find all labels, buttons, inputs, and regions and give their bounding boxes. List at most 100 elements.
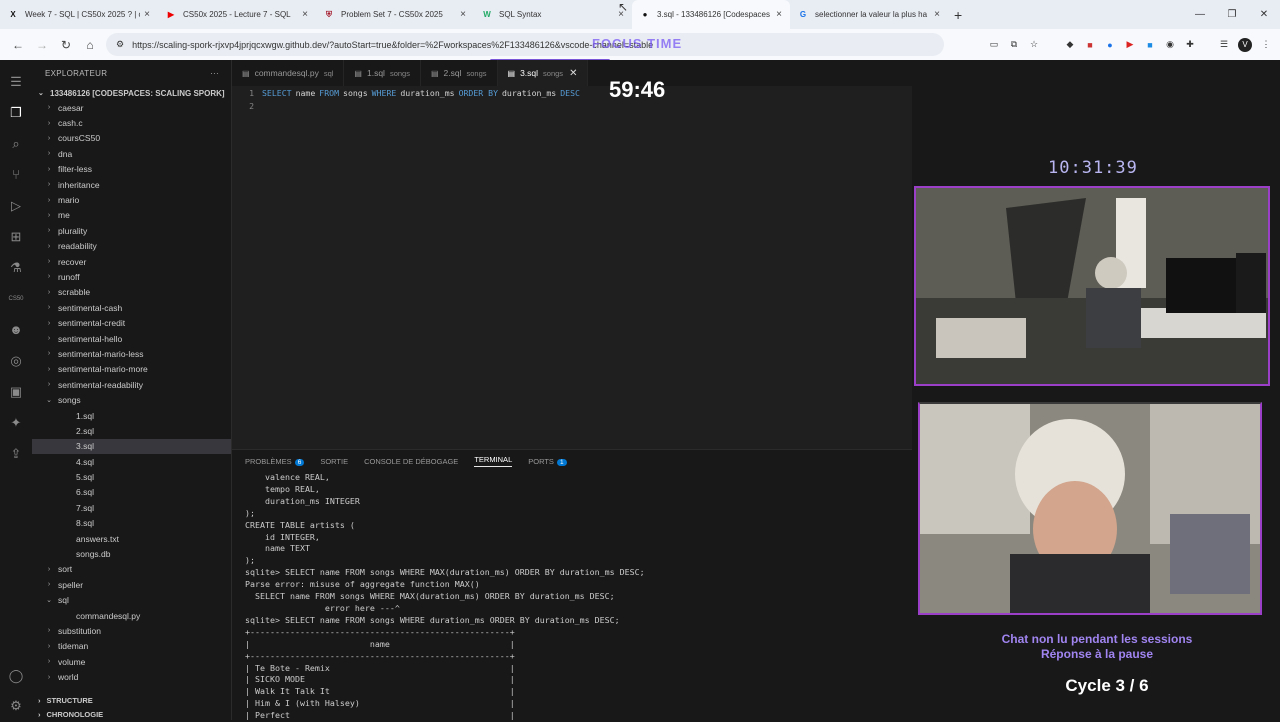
- tree-file[interactable]: 3.sql: [32, 438, 231, 454]
- explorer-icon[interactable]: ❐: [10, 97, 22, 128]
- tree-folder[interactable]: › sentimental-hello: [32, 331, 231, 346]
- new-tab-icon[interactable]: +: [954, 7, 962, 23]
- panel-tab[interactable]: PORTS 1: [528, 457, 567, 466]
- url-bar[interactable]: ⚙ https://scaling-spork-rjxvp4jprjqcxwgw…: [106, 33, 944, 56]
- editor-tab[interactable]: ▤ 2.sql songs: [421, 60, 498, 86]
- tree-file[interactable]: commandesql.py: [32, 608, 231, 623]
- extension-icon[interactable]: ▶: [1124, 39, 1136, 51]
- close-tab-icon[interactable]: ✕: [569, 68, 577, 79]
- tree-folder[interactable]: › sort: [32, 562, 231, 577]
- remote-explorer-icon[interactable]: ▣: [10, 376, 22, 407]
- install-icon[interactable]: ▭: [988, 39, 1000, 51]
- browser-tab[interactable]: ▶ CS50x 2025 - Lecture 7 - SQL ×: [158, 0, 316, 29]
- tree-file[interactable]: 1.sql: [32, 408, 231, 423]
- panel-tab[interactable]: CONSOLE DE DÉBOGAGE: [364, 457, 458, 466]
- extension-icon[interactable]: ◉: [1164, 39, 1176, 51]
- tree-folder[interactable]: › scrabble: [32, 285, 231, 300]
- source-control-icon[interactable]: ⑂: [12, 159, 20, 190]
- github-icon[interactable]: ◎: [10, 345, 21, 376]
- reading-list-icon[interactable]: ☰: [1218, 39, 1230, 51]
- extension-icon[interactable]: ●: [1104, 39, 1116, 51]
- close-window-icon[interactable]: ✕: [1248, 9, 1280, 20]
- tab-close-icon[interactable]: ×: [302, 9, 308, 20]
- tree-folder[interactable]: › dna: [32, 146, 231, 161]
- tree-folder[interactable]: › sentimental-cash: [32, 300, 231, 315]
- tree-folder[interactable]: › sentimental-readability: [32, 377, 231, 392]
- menu-icon[interactable]: ☰: [10, 66, 22, 97]
- tree-file[interactable]: 2.sql: [32, 423, 231, 438]
- back-icon[interactable]: ←: [6, 38, 30, 52]
- home-icon[interactable]: ⌂: [78, 38, 102, 52]
- tree-file[interactable]: 8.sql: [32, 516, 231, 531]
- testing-icon[interactable]: ⚗: [10, 252, 22, 283]
- tree-folder[interactable]: › caesar: [32, 100, 231, 115]
- minimize-icon[interactable]: —: [1184, 9, 1216, 20]
- tree-folder[interactable]: › runoff: [32, 269, 231, 284]
- tab-close-icon[interactable]: ×: [934, 9, 940, 20]
- panel-tab[interactable]: TERMINAL: [474, 455, 513, 467]
- tree-file[interactable]: answers.txt: [32, 531, 231, 546]
- workspace-root[interactable]: ⌄ 133486126 [CODESPACES: SCALING SPORK]: [32, 86, 231, 100]
- tree-folder[interactable]: › volume: [32, 654, 231, 669]
- tree-folder[interactable]: › sentimental-mario-less: [32, 346, 231, 361]
- cast-icon[interactable]: ⧉: [1008, 39, 1020, 51]
- panel-tab[interactable]: PROBLÈMES 6: [245, 457, 305, 466]
- extension-icon[interactable]: ■: [1084, 39, 1096, 51]
- tree-file[interactable]: 7.sql: [32, 500, 231, 515]
- code-editor[interactable]: 1 SELECT name FROM songs WHERE duration_ms ORDE…: [232, 86, 584, 112]
- extension-icon[interactable]: ■: [1144, 39, 1156, 51]
- tree-folder[interactable]: › recover: [32, 254, 231, 269]
- tree-folder[interactable]: › speller: [32, 577, 231, 592]
- python-icon[interactable]: ✦: [11, 407, 22, 438]
- tree-folder[interactable]: › coursCS50: [32, 131, 231, 146]
- extensions-icon[interactable]: ⊞: [11, 221, 22, 252]
- structure-section[interactable]: › STRUCTURE: [32, 693, 232, 708]
- tree-folder[interactable]: › substitution: [32, 623, 231, 638]
- tab-close-icon[interactable]: ×: [460, 9, 466, 20]
- tree-folder[interactable]: › filter-less: [32, 162, 231, 177]
- tree-folder[interactable]: › me: [32, 208, 231, 223]
- menu-icon[interactable]: ⋮: [1260, 39, 1272, 51]
- run-debug-icon[interactable]: ▷: [11, 190, 21, 221]
- tree-file[interactable]: 5.sql: [32, 469, 231, 484]
- site-info-icon[interactable]: ⚙: [116, 39, 124, 50]
- browser-tab[interactable]: X Week 7 - SQL | CS50x 2025 ? | c ×: [0, 0, 158, 29]
- restore-icon[interactable]: ❐: [1216, 9, 1248, 20]
- editor-tab[interactable]: ▤ commandesql.py sql: [232, 60, 345, 86]
- browser-tab[interactable]: ● 3.sql - 133486126 [Codespaces ×: [632, 0, 790, 29]
- browser-tab[interactable]: Gselectionner la valeur la plus ha ×: [790, 0, 948, 29]
- tree-file[interactable]: 6.sql: [32, 485, 231, 500]
- tree-folder[interactable]: › plurality: [32, 223, 231, 238]
- account-icon[interactable]: ◯: [9, 660, 24, 691]
- tree-folder[interactable]: › readability: [32, 239, 231, 254]
- panel-tab[interactable]: SORTIE: [320, 457, 348, 466]
- browser-tab[interactable]: W SQL Syntax ×: [474, 0, 632, 29]
- share-icon[interactable]: ⇪: [11, 438, 22, 469]
- tree-folder[interactable]: › cash.c: [32, 115, 231, 130]
- tree-folder[interactable]: › mario: [32, 192, 231, 207]
- tree-folder[interactable]: ⌄ sql: [32, 593, 231, 608]
- tree-folder[interactable]: › tideman: [32, 639, 231, 654]
- tab-close-icon[interactable]: ×: [144, 9, 150, 20]
- duck-icon[interactable]: ☻: [9, 314, 23, 345]
- avatar[interactable]: V: [1238, 37, 1252, 52]
- tree-folder[interactable]: › sentimental-credit: [32, 315, 231, 330]
- tab-close-icon[interactable]: ×: [776, 9, 782, 20]
- settings-gear-icon[interactable]: ⚙: [10, 690, 22, 721]
- tree-file[interactable]: 4.sql: [32, 454, 231, 469]
- search-icon[interactable]: ⌕: [12, 128, 19, 159]
- tree-folder[interactable]: › sentimental-mario-more: [32, 362, 231, 377]
- tree-file[interactable]: songs.db: [32, 546, 231, 561]
- editor-tab[interactable]: ▤ 1.sql songs: [344, 60, 421, 86]
- cs50-icon[interactable]: CS50: [8, 283, 23, 314]
- tree-folder[interactable]: ⌄ songs: [32, 392, 231, 407]
- tree-folder[interactable]: › world: [32, 669, 231, 684]
- forward-icon[interactable]: →: [30, 38, 54, 52]
- bookmark-star-icon[interactable]: ☆: [1028, 39, 1040, 51]
- browser-tab[interactable]: ⛨ Problem Set 7 - CS50x 2025 ×: [316, 0, 474, 29]
- extension-icon[interactable]: ◆: [1064, 39, 1076, 51]
- terminal-output[interactable]: valence REAL, tempo REAL, duration_ms IN…: [245, 472, 645, 722]
- puzzle-icon[interactable]: ✚: [1184, 39, 1196, 51]
- more-actions-icon[interactable]: ···: [210, 69, 219, 78]
- editor-tab[interactable]: ▤ 3.sql songs ✕: [497, 60, 589, 86]
